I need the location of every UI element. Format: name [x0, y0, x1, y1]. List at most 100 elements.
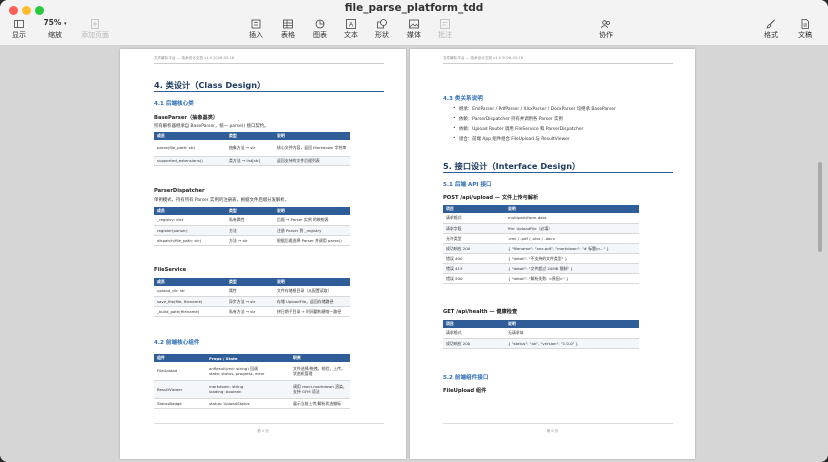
subsection-4-1: 4.1 后端核心类: [154, 101, 194, 107]
fileservice-title: FileService: [154, 267, 187, 273]
footer-divider: [154, 423, 384, 424]
table-button[interactable]: 表格: [278, 19, 298, 39]
insert-button[interactable]: 插入: [246, 19, 266, 39]
chart-button[interactable]: 图表: [310, 19, 330, 39]
chevron-down-icon: ▾: [64, 21, 67, 27]
table-row: 错误 413{ "detail": "文件超过 20MB 限制" }: [443, 263, 639, 274]
shape-button[interactable]: 形状: [372, 19, 392, 39]
page-6[interactable]: 文件解析平台 — 技术设计文档 v1.0 2026-03-18 4.3 类关系说…: [410, 49, 695, 459]
paintbrush-icon: [766, 19, 775, 29]
page-header: 文件解析平台 — 技术设计文档 v1.0 2026-03-18: [443, 56, 524, 60]
text-label: 文本: [344, 31, 358, 39]
text-box-icon: A: [346, 19, 356, 29]
table-row: register(parser) 方法 注册 Parser 到 _registr…: [154, 225, 350, 236]
list-item: 继承：EmlParser / PdfParser / XlsxParser / …: [453, 106, 616, 112]
page-number: 第 5 页: [257, 429, 269, 433]
photo-icon: [409, 19, 419, 29]
add-page-button[interactable]: 添加页面: [80, 19, 110, 39]
col-header: 说明: [274, 132, 350, 140]
table-row: dispatch(file_path: str) 方法 → str 根据后缀选择…: [154, 235, 350, 246]
baseparser-title: BaseParser（抽象基类）: [154, 115, 219, 121]
dispatcher-desc: 单例模式，持有所有 Parser 实例的注册表，根据文件后缀分发解析。: [154, 198, 290, 203]
col-header: 说明: [274, 207, 350, 215]
comment-icon: [440, 19, 450, 29]
col-header: 说明: [505, 205, 639, 213]
table-row: 请求格式 multipart/form-data: [443, 213, 639, 224]
page-header: 文件解析平台 — 技术设计文档 v1.0 2026-03-18: [154, 56, 235, 60]
header-divider: [154, 63, 384, 64]
dispatcher-table: 成员 类型 说明 _registry: dict 私有属性 后缀 → Parse…: [154, 207, 350, 246]
media-button[interactable]: 媒体: [404, 19, 424, 39]
col-header: 项目: [443, 205, 505, 213]
footer-divider: [443, 423, 673, 424]
document-canvas[interactable]: 文件解析平台 — 技术设计文档 v1.0 2026-03-18 4. 类设计（C…: [0, 46, 828, 462]
toolbar: file_parse_platform_tdd 显示 75% ▾ 缩放 添加页面…: [0, 0, 828, 46]
zoom-menu[interactable]: 75% ▾ 缩放: [40, 19, 70, 39]
zoom-label: 缩放: [48, 31, 62, 39]
table-row: parse(file_path: str) 抽象方法 → str 核心文件内容，…: [154, 140, 350, 157]
table-row: FileUpload onResult(md: string) 回调 state…: [154, 362, 350, 381]
insert-icon: [251, 19, 261, 29]
frontend-components-table: 组件 Props / State 职责 FileUpload onResult(…: [154, 354, 350, 409]
table-row: save_file(file, filename) 异步方法 → str 存储 …: [154, 296, 350, 307]
get-health-table: 项目 说明 请求格式 无请求体 成功响应 200{ "status": "ok",…: [443, 320, 639, 349]
col-header: Props / State: [206, 354, 290, 362]
shape-label: 形状: [375, 31, 389, 39]
subsection-5-1: 5.1 后端 API 接口: [443, 182, 492, 188]
dispatcher-title: ParserDispatcher: [154, 188, 205, 194]
table-row: 错误 400{ "detail": "不支持的文件类型" }: [443, 253, 639, 264]
page-number: 第 6 页: [546, 429, 559, 433]
pie-chart-icon: [315, 19, 325, 29]
col-header: 成员: [154, 278, 226, 286]
header-divider: [443, 63, 673, 64]
sidebar-icon: [14, 20, 24, 28]
subsection-4-3: 4.3 类关系说明: [443, 96, 483, 102]
col-header: 类型: [226, 278, 274, 286]
page-5[interactable]: 文件解析平台 — 技术设计文档 v1.0 2026-03-18 4. 类设计（C…: [120, 49, 406, 459]
document-button[interactable]: 文稿: [795, 19, 815, 39]
post-upload-title: POST /api/upload — 文件上传与解析: [443, 195, 539, 201]
col-header: 说明: [274, 278, 350, 286]
comment-button[interactable]: 批注: [435, 19, 455, 39]
subsection-5-2: 5.2 前端组件接口: [443, 375, 489, 381]
col-header: 说明: [505, 320, 639, 328]
table-row: _registry: dict 私有属性 后缀 → Parser 实例 的映射表: [154, 215, 350, 226]
table-row: 成功响应 200{ "filename": "xxx.pdf", "markdo…: [443, 243, 639, 254]
heading-rule: [154, 91, 384, 92]
table-label: 表格: [281, 31, 295, 39]
media-label: 媒体: [407, 31, 421, 39]
col-header: 组件: [154, 354, 206, 362]
col-header: 成员: [154, 132, 226, 140]
section-heading-5: 5. 接口设计（Interface Design）: [443, 161, 581, 171]
document-label: 文稿: [798, 31, 812, 39]
format-label: 格式: [764, 31, 778, 39]
text-button[interactable]: A 文本: [341, 19, 361, 39]
list-item: 依赖：ParserDispatcher 持有并调用各 Parser 实例: [453, 116, 563, 122]
collaborate-button[interactable]: 协作: [595, 19, 617, 39]
post-upload-table: 项目 说明 请求格式 multipart/form-data 请求字段 file: …: [443, 205, 639, 284]
svg-text:A: A: [349, 22, 354, 29]
get-health-title: GET /api/health — 健康检查: [443, 309, 518, 315]
collaborate-label: 协作: [599, 31, 613, 39]
baseparser-desc: 所有解析器继承自 BaseParser，统一 parse() 接口契约。: [154, 124, 269, 129]
table-row: 成功响应 200{ "status": "ok", "version": "1.…: [443, 338, 639, 349]
add-page-label: 添加页面: [81, 31, 109, 39]
table-row: 请求格式 无请求体: [443, 328, 639, 339]
table-row: supported_extensions() 类方法 → list[str] 返…: [154, 156, 350, 166]
vertical-scrollbar[interactable]: [818, 162, 822, 252]
format-button[interactable]: 格式: [761, 19, 781, 39]
list-item: 组合：前端 App 组件组合 FileUpload 与 ResultViewer: [453, 136, 570, 142]
document-icon: [801, 19, 809, 29]
section-heading-4: 4. 类设计（Class Design）: [154, 80, 266, 90]
collaborate-icon: [601, 20, 610, 29]
table-row: _build_path(filename) 私有方法 → str 拼日期子目录 …: [154, 306, 350, 317]
view-button[interactable]: 显示: [8, 19, 30, 39]
table-row: StatusBadge status: UploadStatus 展示当前上传/…: [154, 398, 350, 409]
col-header: 类型: [226, 207, 274, 215]
insert-label: 插入: [249, 31, 263, 39]
table-row: 错误 500{ "detail": "解析失败: <原因>" }: [443, 273, 639, 284]
list-item: 依赖：Upload Router 调用 FileService 和 Parser…: [453, 126, 583, 132]
table-row: 允许类型 .eml / .pdf / .xlsx / .docx: [443, 233, 639, 244]
shape-icon: [377, 19, 387, 29]
col-header: 成员: [154, 207, 226, 215]
